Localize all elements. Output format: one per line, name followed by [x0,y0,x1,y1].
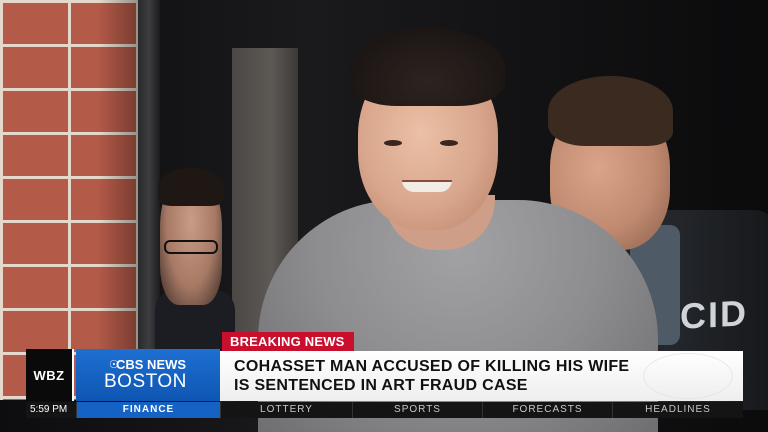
glasses-icon [164,240,218,254]
brand-boston: BOSTON [104,371,187,392]
jacket-cid-lettering: CID [680,292,748,337]
ticker-item-headlines: HEADLINES [612,402,743,418]
suspect-eye-left [384,140,402,146]
station-logo-text: WBZ [33,367,65,383]
ticker-item-forecasts: FORECASTS [482,402,612,418]
station-logo: WBZ [26,349,74,401]
cbs-news-boston-brand: ☉ CBS NEWS BOSTON [76,349,220,401]
suspect-hair [350,28,505,106]
headline-decoration [643,353,733,399]
ticker-item-lottery: LOTTERY [220,402,352,418]
suspect-smile [402,180,452,192]
officer-left-hair [158,168,224,206]
brand-cbs-news: CBS NEWS [116,357,187,372]
ticker-time: 5:59 PM [30,404,68,415]
breaking-news-tag: BREAKING NEWS [222,332,354,351]
brick-shadow [0,0,140,400]
cbs-eye-icon: ☉ [109,359,119,371]
ticker-item-sports: SPORTS [352,402,482,418]
officer-right-hair [548,76,673,146]
ticker-bar: 5:59 PM FINANCE LOTTERY SPORTS FORECASTS… [26,402,743,418]
ticker-item-finance: FINANCE [76,402,220,418]
headline-box: COHASSET MAN ACCUSED OF KILLING HIS WIFE… [220,351,743,401]
suspect-eye-right [440,140,458,146]
